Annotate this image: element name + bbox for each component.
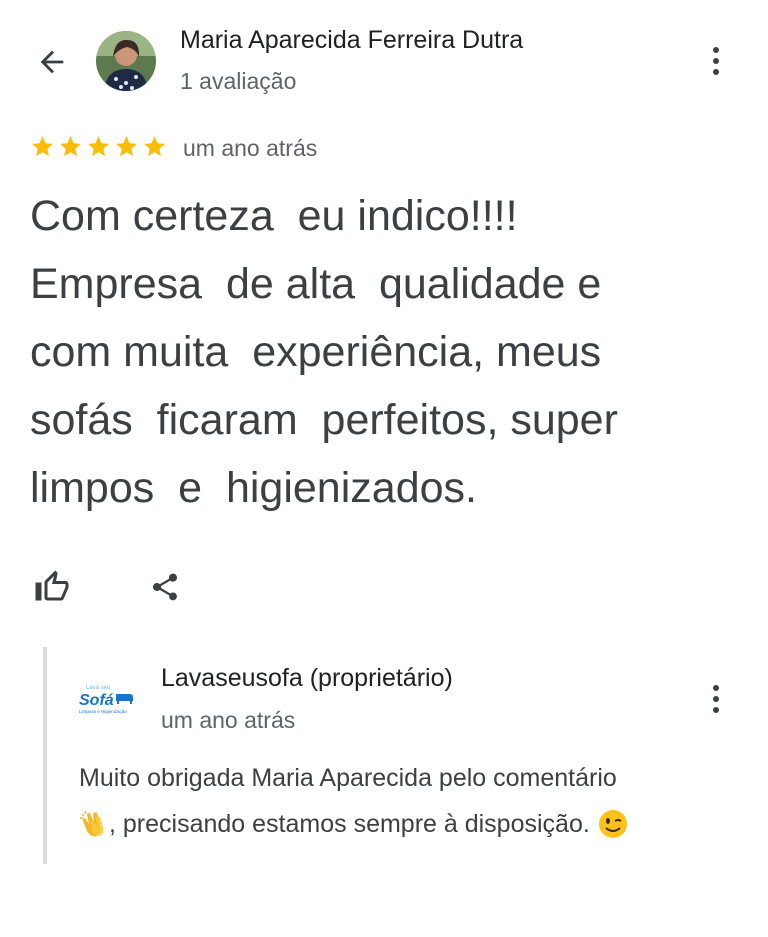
review-text: Com certeza eu indico!!!! Empresa de alt…	[30, 192, 618, 512]
reply-text-line2-text: , precisando estamos sempre à disposição…	[109, 809, 590, 838]
reply-text-line2: , precisando estamos sempre à disposição…	[79, 809, 628, 839]
star-icon	[32, 136, 53, 157]
star-icon	[116, 136, 137, 157]
reply-more-options-button[interactable]	[701, 674, 731, 724]
star-icon	[144, 136, 165, 157]
reviewer-avatar[interactable]	[96, 31, 156, 91]
svg-text:Limpeza e Higienização: Limpeza e Higienização	[79, 709, 127, 714]
star-icon	[88, 136, 109, 157]
clapping-hands-icon	[80, 810, 104, 837]
review-more-options-button[interactable]	[701, 36, 731, 86]
winking-face-icon	[598, 810, 627, 838]
star-icon	[60, 136, 81, 157]
reply-text-line1: Muito obrigada Maria Aparecida pelo come…	[79, 764, 617, 792]
like-button[interactable]	[28, 563, 76, 611]
review-time: um ano atrás	[183, 135, 318, 161]
reviewer-review-count: 1 avaliação	[180, 68, 297, 94]
reviewer-name[interactable]: Maria Aparecida Ferreira Dutra	[180, 26, 523, 55]
thumb-up-icon	[35, 570, 69, 601]
back-button[interactable]	[28, 38, 76, 86]
more-vert-icon	[713, 685, 719, 691]
share-icon	[153, 573, 177, 601]
reply-divider	[43, 647, 47, 864]
arrow-back-icon	[40, 50, 64, 74]
star-rating	[30, 134, 167, 159]
svg-text:Lava seu: Lava seu	[86, 685, 110, 691]
reply-time: um ano atrás	[161, 707, 296, 733]
more-vert-icon	[713, 47, 719, 53]
owner-name[interactable]: Lavaseusofa (proprietário)	[161, 664, 453, 693]
owner-logo-text: Sofá	[79, 692, 114, 709]
owner-logo[interactable]: Lava seu Sofá Limpeza e Higienização	[76, 680, 140, 720]
share-button[interactable]	[141, 563, 189, 611]
